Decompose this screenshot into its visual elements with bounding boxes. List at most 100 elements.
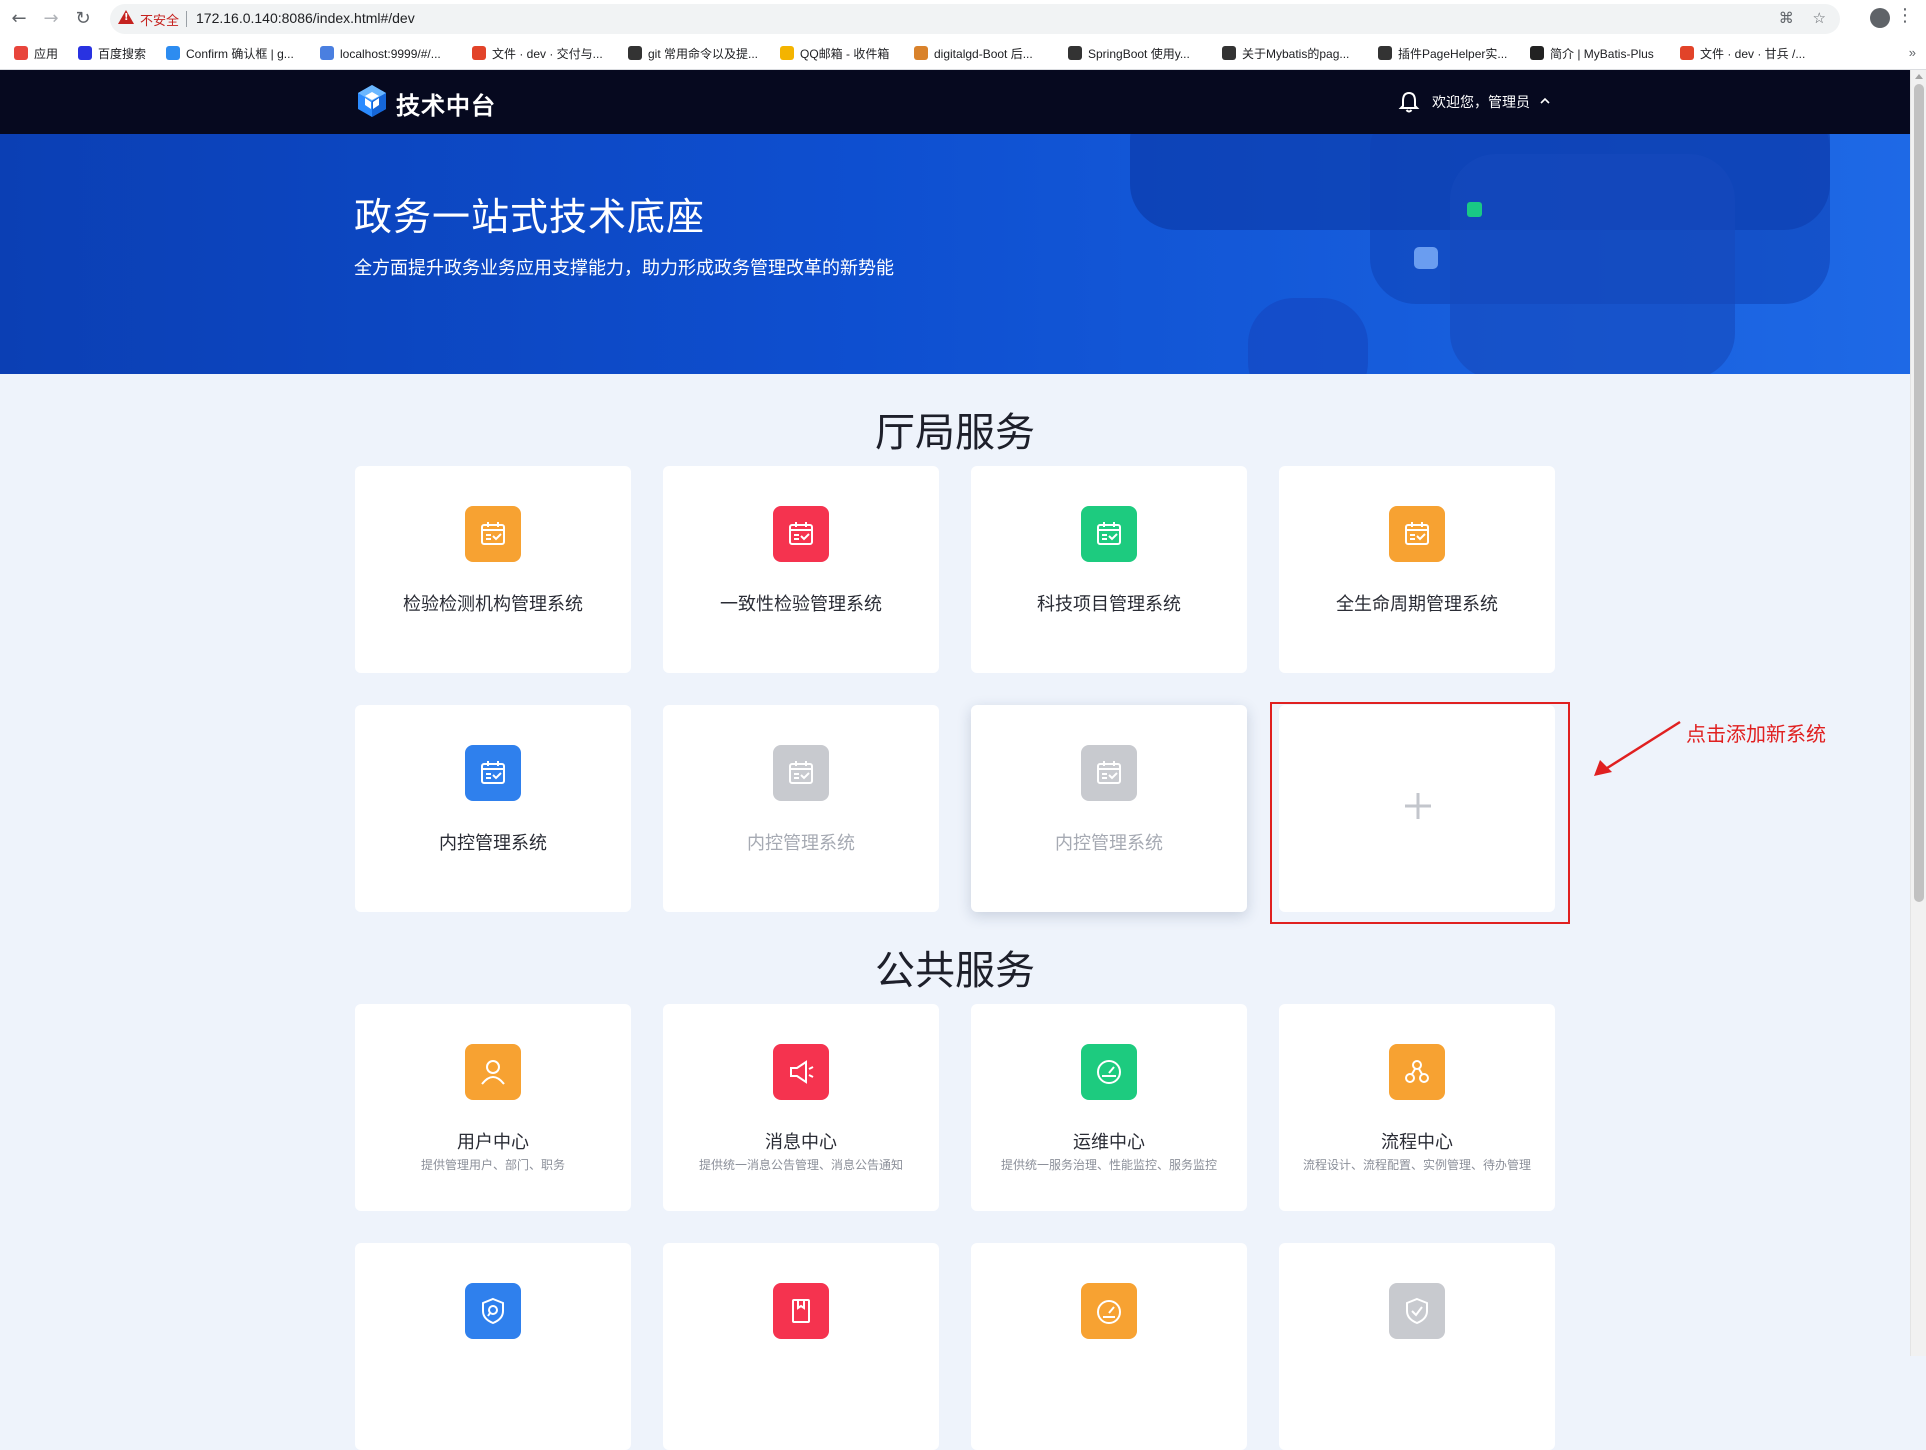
service-card[interactable] — [355, 1243, 631, 1450]
insecure-label[interactable]: 不安全 — [140, 10, 179, 29]
service-icon-tile — [465, 1283, 521, 1339]
profile-avatar-icon[interactable] — [1870, 8, 1890, 28]
service-card[interactable]: 内控管理系统 — [971, 705, 1247, 912]
banner-subtitle: 全方面提升政务业务应用支撑能力，助力形成政务管理改革的新势能 — [354, 258, 894, 279]
calendar-check-icon — [1097, 522, 1121, 545]
bookmark-label: localhost:9999/#/... — [340, 47, 441, 61]
section-title-hall: 厅局服务 — [875, 410, 1035, 456]
service-icon-tile — [773, 745, 829, 801]
calendar-check-icon — [1405, 522, 1429, 545]
welcome-user-menu[interactable]: 欢迎您，管理员 — [1432, 92, 1530, 112]
speedometer-icon — [1097, 1300, 1121, 1324]
address-row: ← → ↻ 不安全 172.16.0.140:8086/index.html#/… — [0, 0, 1926, 38]
bookmark-item[interactable]: QQ邮箱 - 收件箱 — [780, 45, 889, 63]
user-icon — [481, 1060, 505, 1085]
bookmark-favicon-icon — [166, 46, 180, 60]
service-icon-tile — [773, 1283, 829, 1339]
bookmark-item[interactable]: 插件PageHelper实... — [1378, 45, 1507, 63]
back-arrow-icon[interactable]: ← — [8, 8, 30, 30]
bell-icon[interactable] — [1398, 90, 1420, 114]
bookmark-label: 关于Mybatis的pag... — [1242, 47, 1350, 61]
scroll-thumb[interactable] — [1914, 84, 1924, 902]
service-name: 科技项目管理系统 — [1037, 594, 1181, 615]
bookmark-label: 插件PageHelper实... — [1398, 47, 1508, 61]
service-description: 提供统一服务治理、性能监控、服务监控 — [1000, 1158, 1217, 1172]
service-icon-tile — [773, 1044, 829, 1100]
bookmark-favicon-icon — [1068, 46, 1082, 60]
service-card[interactable]: 全生命周期管理系统 — [1279, 466, 1555, 673]
service-card[interactable]: 科技项目管理系统 — [971, 466, 1247, 673]
star-icon[interactable]: ☆ — [1813, 9, 1826, 27]
section-title-public: 公共服务 — [875, 948, 1035, 994]
bookmark-item[interactable]: localhost:9999/#/... — [320, 45, 441, 63]
service-icon-tile — [773, 506, 829, 562]
service-name: 内控管理系统 — [1055, 833, 1163, 854]
banner-dot — [1414, 247, 1438, 269]
address-bar[interactable]: 不安全 172.16.0.140:8086/index.html#/dev ⌘ … — [110, 4, 1840, 34]
bookmark-item[interactable]: 百度搜索 — [78, 45, 146, 63]
bookmark-favicon-icon — [1222, 46, 1236, 60]
logo-text[interactable]: 技术中台 — [396, 86, 496, 121]
service-card[interactable]: 流程中心 流程设计、流程配置、实例管理、待办管理 — [1279, 1004, 1555, 1211]
bookmarks-more-icon[interactable]: » — [1909, 45, 1916, 60]
chevron-up-icon[interactable] — [1540, 96, 1550, 106]
bookmark-item[interactable]: SpringBoot 使用y... — [1068, 45, 1190, 63]
bookmark-item[interactable]: 文件 · dev · 甘兵 /... — [1680, 45, 1805, 63]
service-card[interactable]: 检验检测机构管理系统 — [355, 466, 631, 673]
book-icon — [792, 1299, 810, 1323]
service-card[interactable]: 内控管理系统 — [355, 705, 631, 912]
service-card[interactable]: 一致性检验管理系统 — [663, 466, 939, 673]
bookmark-label: git 常用命令以及提... — [648, 47, 759, 61]
bookmark-item[interactable]: git 常用命令以及提... — [628, 45, 758, 63]
service-card[interactable]: 运维中心 提供统一服务治理、性能监控、服务监控 — [971, 1004, 1247, 1211]
url-text[interactable]: 172.16.0.140:8086/index.html#/dev — [196, 10, 415, 26]
service-card[interactable]: 消息中心 提供统一消息公告管理、消息公告通知 — [663, 1004, 939, 1211]
calendar-check-icon — [1097, 761, 1121, 784]
gauge-icon — [1097, 1060, 1121, 1084]
bookmarks-bar: » 应用 百度搜索 Confirm 确认框 | g... localhost:9999… — [0, 40, 1926, 68]
service-icon-tile — [1389, 1044, 1445, 1100]
service-card[interactable] — [971, 1243, 1247, 1450]
bookmark-item[interactable]: 关于Mybatis的pag... — [1222, 45, 1349, 63]
more-menu-icon[interactable]: ⋮ — [1896, 6, 1914, 26]
service-name: 流程中心 — [1381, 1132, 1453, 1153]
shield-search-icon — [482, 1297, 504, 1325]
service-icon-tile — [1389, 1283, 1445, 1339]
bookmark-label: Confirm 确认框 | g... — [186, 47, 294, 61]
bookmark-label: 百度搜索 — [98, 47, 147, 61]
reload-icon[interactable]: ↻ — [72, 8, 94, 30]
annotation-arrow-icon — [1594, 720, 1681, 776]
shield-check-icon — [1406, 1297, 1428, 1325]
service-name: 内控管理系统 — [439, 833, 547, 854]
scroll-up-arrow-icon[interactable] — [1915, 74, 1923, 79]
service-icon-tile — [465, 745, 521, 801]
calendar-check-icon — [481, 522, 505, 545]
calendar-check-icon — [789, 761, 813, 784]
translate-icon[interactable]: ⌘ — [1779, 9, 1794, 27]
megaphone-icon — [790, 1060, 814, 1084]
forward-arrow-icon[interactable]: → — [40, 8, 62, 30]
calendar-check-icon — [481, 761, 505, 784]
service-card[interactable] — [663, 1243, 939, 1450]
calendar-check-icon — [789, 522, 813, 545]
service-name: 检验检测机构管理系统 — [403, 594, 583, 615]
bookmark-item[interactable]: digitalgd-Boot 后... — [914, 45, 1033, 63]
bookmark-label: 文件 · dev · 甘兵 /... — [1700, 47, 1806, 61]
logo-cube-icon[interactable] — [356, 84, 388, 118]
service-card[interactable]: 内控管理系统 — [663, 705, 939, 912]
bookmark-label: digitalgd-Boot 后... — [934, 47, 1033, 61]
service-card[interactable]: 用户中心 提供管理用户、部门、职务 — [355, 1004, 631, 1211]
banner-dot — [1467, 202, 1482, 217]
omnibox-divider — [186, 11, 187, 27]
service-icon-tile — [1081, 1044, 1137, 1100]
warning-icon — [118, 10, 134, 24]
bookmark-label: 应用 — [34, 47, 59, 61]
bookmark-item[interactable]: 简介 | MyBatis-Plus — [1530, 45, 1654, 63]
page-scrollbar[interactable] — [1910, 70, 1926, 1356]
bookmark-item[interactable]: 应用 — [14, 45, 58, 63]
bookmark-item[interactable]: 文件 · dev · 交付与... — [472, 45, 603, 63]
service-card[interactable] — [1279, 1243, 1555, 1450]
flow-icon — [1405, 1060, 1429, 1083]
bookmark-favicon-icon — [1378, 46, 1392, 60]
bookmark-item[interactable]: Confirm 确认框 | g... — [166, 45, 294, 63]
